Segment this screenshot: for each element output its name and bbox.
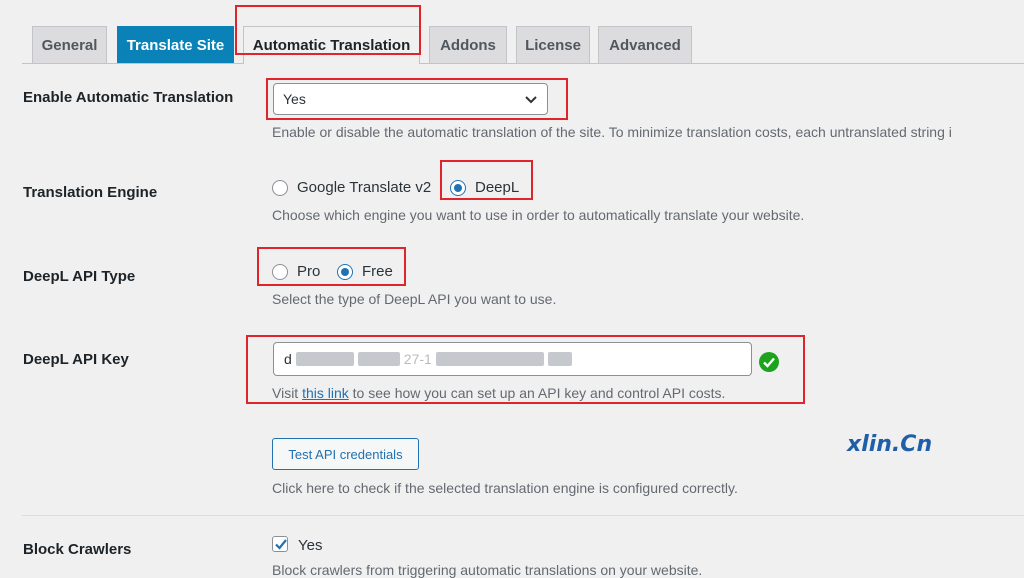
api-key-help-link[interactable]: this link	[302, 385, 349, 401]
block-crawlers-description: Block crawlers from triggering automatic…	[272, 562, 703, 578]
chevron-down-icon	[525, 96, 537, 104]
masked-key-segment	[357, 352, 400, 366]
api-type-label: DeepL API Type	[23, 268, 136, 285]
api-type-option-free-label: Free	[362, 263, 393, 280]
auto-translation-select[interactable]: Yes	[273, 83, 548, 115]
engine-option-google-label: Google Translate v2	[297, 179, 432, 196]
auto-translation-value: Yes	[283, 91, 306, 107]
radio-pro[interactable]	[272, 263, 288, 280]
tab-advanced[interactable]: Advanced	[598, 26, 692, 63]
masked-key-segment	[547, 352, 572, 366]
auto-translation-label: Enable Automatic Translation	[23, 89, 234, 106]
masked-key-segment	[435, 352, 544, 366]
engine-option-google[interactable]: Google Translate v2	[272, 179, 431, 196]
api-key-hint: Visit this link to see how you can set u…	[272, 385, 725, 401]
check-circle-icon	[759, 352, 779, 372]
section-divider	[22, 515, 1024, 516]
engine-option-deepl-label: DeepL	[475, 179, 520, 196]
engine-description: Choose which engine you want to use in o…	[272, 207, 805, 223]
tab-license[interactable]: License	[516, 26, 590, 63]
test-api-credentials-button[interactable]: Test API credentials	[272, 438, 419, 470]
api-key-fragment: 27-1	[403, 351, 432, 367]
api-key-prefix: d	[284, 351, 292, 367]
block-crawlers-checkbox[interactable]	[272, 536, 288, 552]
watermark-text: xlin.Cn	[847, 432, 933, 457]
masked-key-segment	[295, 352, 354, 366]
engine-option-deepl[interactable]: DeepL	[450, 179, 519, 196]
api-type-option-pro[interactable]: Pro	[272, 263, 320, 280]
auto-translation-description: Enable or disable the automatic translat…	[272, 124, 952, 140]
api-type-option-pro-label: Pro	[297, 263, 321, 280]
api-key-hint-before: Visit	[272, 385, 303, 401]
tab-automatic-translation[interactable]: Automatic Translation	[243, 26, 420, 64]
tab-translate-site[interactable]: Translate Site	[117, 26, 234, 63]
radio-free[interactable]	[337, 263, 353, 280]
api-key-hint-after: to see how you can set up an API key and…	[348, 385, 726, 401]
test-description: Click here to check if the selected tran…	[272, 480, 738, 496]
api-key-input[interactable]: d 27-1	[273, 342, 752, 376]
tab-addons[interactable]: Addons	[429, 26, 507, 63]
checkmark-icon	[275, 539, 287, 550]
block-crawlers-label: Block Crawlers	[23, 541, 132, 558]
radio-deepl[interactable]	[450, 179, 466, 196]
radio-google[interactable]	[272, 179, 288, 196]
api-type-description: Select the type of DeepL API you want to…	[272, 291, 557, 307]
tabs-divider	[22, 63, 1024, 64]
api-key-label: DeepL API Key	[23, 351, 129, 368]
tab-general[interactable]: General	[32, 26, 107, 63]
api-type-option-free[interactable]: Free	[337, 263, 393, 280]
engine-label: Translation Engine	[23, 184, 158, 201]
block-crawlers-option-label: Yes	[298, 537, 323, 554]
